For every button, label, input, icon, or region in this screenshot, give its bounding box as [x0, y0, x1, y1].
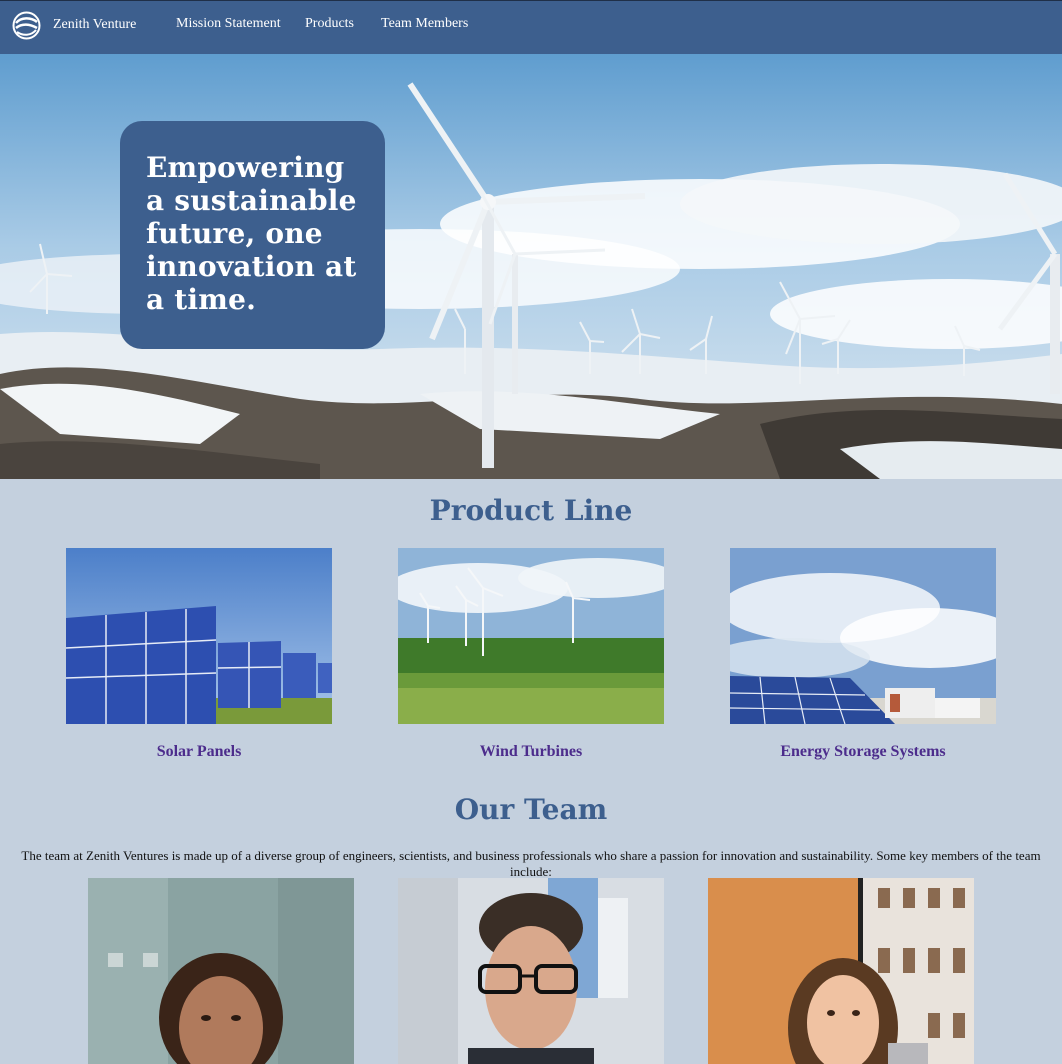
nav-link-products[interactable]: Products — [305, 16, 354, 32]
our-team-title: Our Team — [454, 793, 608, 826]
product-label-energy-storage-systems[interactable]: Energy Storage Systems — [730, 743, 996, 761]
team-member-woman-curly-hair-photo — [88, 878, 354, 1064]
top-nav: Zenith Venture Mission Statement Product… — [0, 0, 1062, 54]
hero-banner: Empowering a sustainable future, one inn… — [0, 54, 1062, 479]
hero-tagline: Empowering a sustainable future, one inn… — [146, 151, 357, 316]
team-member-man-glasses-photo — [398, 878, 664, 1064]
team-intro-text: The team at Zenith Ventures is made up o… — [21, 848, 1041, 879]
solar-panels-photo[interactable] — [66, 548, 332, 724]
globe-swirl-icon[interactable] — [12, 11, 41, 40]
product-label-wind-turbines[interactable]: Wind Turbines — [398, 743, 664, 761]
nav-link-mission-statement[interactable]: Mission Statement — [176, 16, 281, 32]
brand-name[interactable]: Zenith Venture — [53, 17, 136, 33]
energy-storage-photo[interactable] — [730, 548, 996, 724]
team-member-woman-long-hair-photo — [708, 878, 974, 1064]
nav-link-team-members[interactable]: Team Members — [381, 16, 468, 32]
wind-turbines-field-photo[interactable] — [398, 548, 664, 724]
product-line-title: Product Line — [429, 494, 633, 527]
product-label-solar-panels[interactable]: Solar Panels — [66, 743, 332, 761]
hero-tagline-box: Empowering a sustainable future, one inn… — [120, 121, 385, 349]
